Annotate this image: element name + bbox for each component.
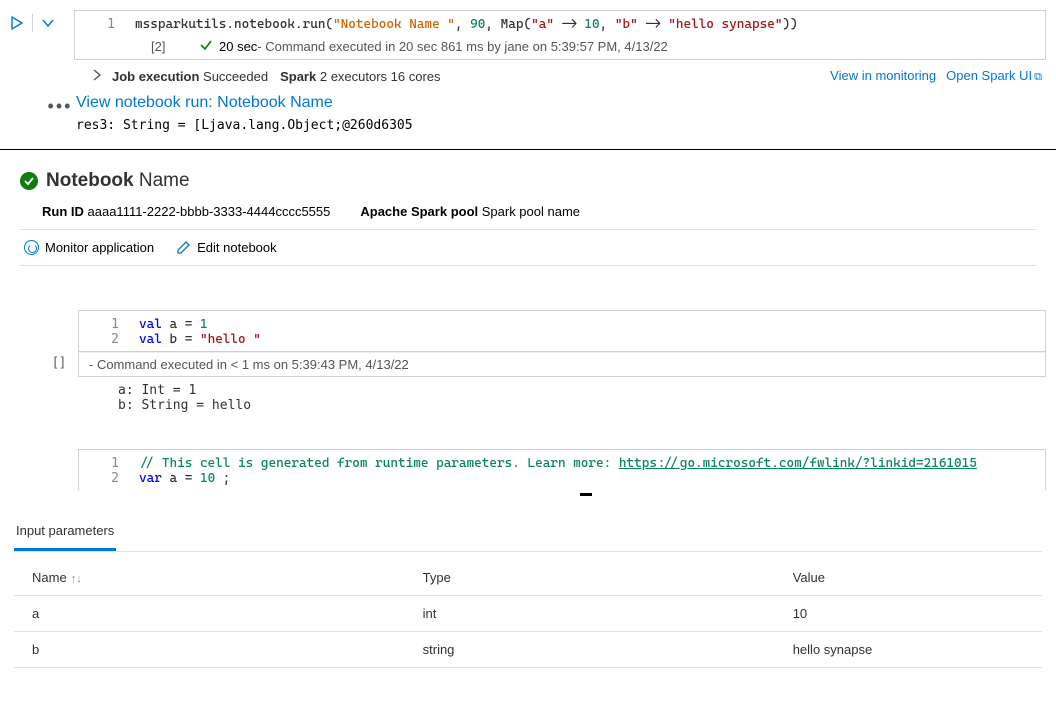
code-cell[interactable]: 1 mssparkutils.notebook.run("Notebook Na… xyxy=(74,10,1046,60)
line-number: 1 xyxy=(89,317,119,332)
code-content: var a = 10 ; xyxy=(139,471,230,486)
cell-status-bar: - Command executed in < 1 ms on 5:39:43 … xyxy=(78,352,1046,377)
open-spark-ui-link[interactable]: Open Spark UI⧉ xyxy=(946,68,1042,84)
exec-duration: 20 sec xyxy=(219,39,257,54)
spark-info: Spark 2 executors 16 cores xyxy=(280,69,440,84)
success-check-icon xyxy=(199,38,213,55)
view-in-monitoring-link[interactable]: View in monitoring xyxy=(830,68,936,84)
cell-name: b xyxy=(14,632,405,668)
cell-name: a xyxy=(14,596,405,632)
run-cell-button[interactable] xyxy=(10,16,24,30)
code-cell[interactable]: 1 // This cell is generated from runtime… xyxy=(78,449,1046,490)
expand-chevron-icon[interactable] xyxy=(92,69,102,84)
table-row: aint10 xyxy=(14,596,1042,632)
col-name-header[interactable]: Name↑↓ xyxy=(14,560,405,596)
table-row: bstringhello synapse xyxy=(14,632,1042,668)
run-id: Run ID aaaa1111-2222-bbbb-3333-4444cccc5… xyxy=(42,204,330,219)
edit-notebook-button[interactable]: Edit notebook xyxy=(176,240,277,255)
line-number: 1 xyxy=(89,456,119,471)
line-number: 1 xyxy=(85,17,115,32)
code-cell[interactable]: 1 val a = 1 2 val b = "hello " xyxy=(78,310,1046,352)
cell-type: int xyxy=(405,596,775,632)
line-number: 2 xyxy=(89,332,119,347)
divider xyxy=(32,14,33,32)
code-content: val b = "hello " xyxy=(139,332,261,347)
cell-value: hello synapse xyxy=(775,632,1042,668)
external-link-icon: ⧉ xyxy=(1034,71,1042,83)
monitor-application-button[interactable]: Monitor application xyxy=(24,240,154,255)
cell-output: a: Int = 1 b: String = hello xyxy=(40,377,1046,429)
job-execution-label: Job execution Succeeded xyxy=(112,69,268,84)
section-divider xyxy=(0,149,1056,150)
execution-counter: [2] xyxy=(151,39,175,54)
view-notebook-run-link[interactable]: View notebook run: Notebook Name xyxy=(76,94,1056,112)
parameters-table: Name↑↓ Type Value aint10bstringhello syn… xyxy=(14,560,1042,668)
spark-pool: Apache Spark pool Spark pool name xyxy=(360,204,580,219)
run-menu-chevron-icon[interactable] xyxy=(41,16,55,30)
sort-icon: ↑↓ xyxy=(71,573,82,585)
notebook-title: Notebook Name xyxy=(46,170,190,192)
exec-details: - Command executed in < 1 ms on 5:39:43 … xyxy=(79,352,1045,376)
execution-counter: [ ] xyxy=(40,352,78,369)
cell-value: 10 xyxy=(775,596,1042,632)
more-menu-icon[interactable]: ••• xyxy=(44,94,76,117)
code-content: mssparkutils.notebook.run("Notebook Name… xyxy=(135,17,798,32)
success-badge-icon xyxy=(20,172,38,190)
tab-input-parameters[interactable]: Input parameters xyxy=(14,517,116,551)
line-number: 2 xyxy=(89,471,119,486)
monitor-icon xyxy=(24,240,39,255)
scroll-indicator xyxy=(580,493,592,496)
edit-icon xyxy=(176,240,191,255)
col-type-header[interactable]: Type xyxy=(405,560,775,596)
output-text: res3: String = [Ljava.lang.Object;@260d6… xyxy=(76,118,1056,133)
col-value-header[interactable]: Value xyxy=(775,560,1042,596)
cell-type: string xyxy=(405,632,775,668)
code-content: // This cell is generated from runtime p… xyxy=(139,456,977,471)
code-content: val a = 1 xyxy=(139,317,208,332)
exec-details: - Command executed in 20 sec 861 ms by j… xyxy=(257,39,667,54)
